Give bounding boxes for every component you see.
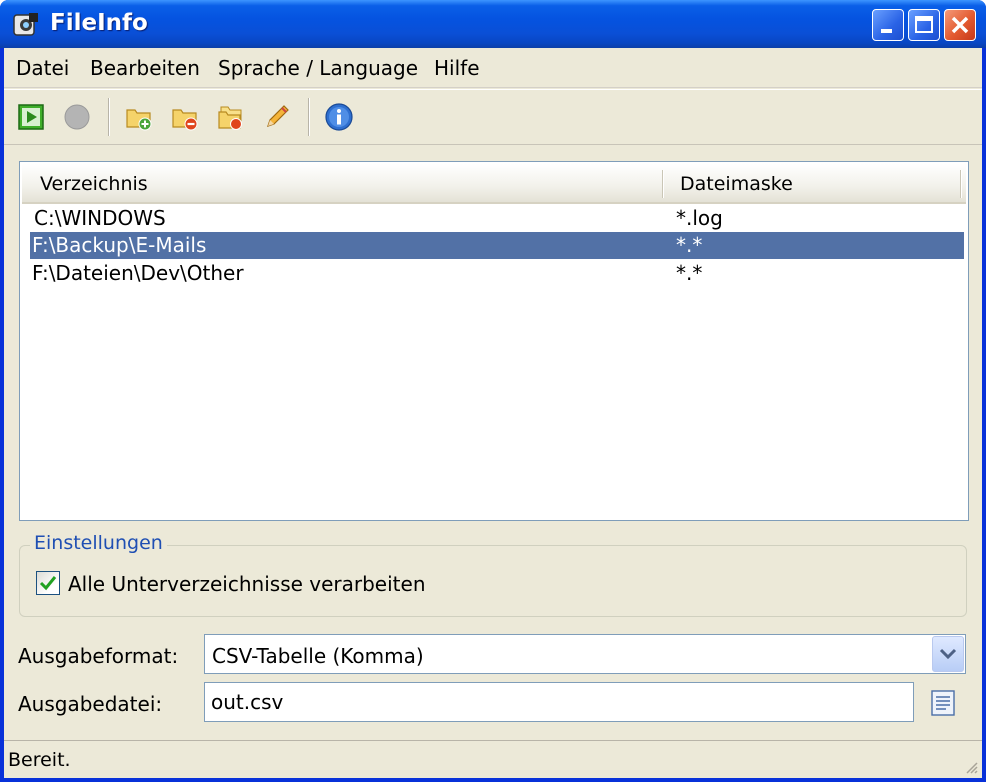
- close-icon: [951, 16, 969, 34]
- folder-add-icon[interactable]: [124, 102, 154, 132]
- minimize-icon: [881, 29, 892, 33]
- cell-mask: *.*: [676, 261, 703, 285]
- status-text: Bereit.: [8, 749, 71, 771]
- column-header-verzeichnis[interactable]: Verzeichnis: [40, 173, 148, 195]
- table-row[interactable]: C:\WINDOWS *.log: [30, 205, 964, 232]
- folder-remove-icon[interactable]: [170, 102, 200, 132]
- play-icon[interactable]: [16, 102, 46, 132]
- column-divider[interactable]: [960, 170, 962, 198]
- resize-grip-icon[interactable]: [964, 760, 978, 774]
- menu-datei[interactable]: Datei: [16, 56, 69, 80]
- menu-hilfe[interactable]: Hilfe: [434, 56, 480, 80]
- subdirs-checkbox[interactable]: [36, 571, 60, 595]
- toolbar-separator: [308, 98, 310, 136]
- maximize-icon: [915, 16, 933, 33]
- list-header: Verzeichnis Dateimaske: [22, 164, 966, 204]
- directory-list[interactable]: Verzeichnis Dateimaske C:\WINDOWS *.log …: [19, 161, 969, 521]
- output-format-value: CSV-Tabelle (Komma): [212, 644, 424, 668]
- settings-group: Einstellungen Alle Unterverzeichnisse ve…: [19, 532, 967, 617]
- output-file-label: Ausgabedatei:: [18, 692, 163, 716]
- stop-icon[interactable]: [62, 102, 92, 132]
- cell-mask: *.log: [676, 206, 723, 230]
- cell-directory: F:\Dateien\Dev\Other: [32, 261, 244, 285]
- subdirs-checkbox-label[interactable]: Alle Unterverzeichnisse verarbeiten: [68, 572, 426, 596]
- output-file-input[interactable]: [204, 682, 914, 722]
- window-title: FileInfo: [50, 10, 148, 36]
- chevron-down-icon: [939, 648, 957, 660]
- menu-bearbeiten[interactable]: Bearbeiten: [90, 56, 200, 80]
- column-header-dateimaske[interactable]: Dateimaske: [680, 173, 793, 195]
- menu-bar: Datei Bearbeiten Sprache / Language Hilf…: [4, 48, 982, 88]
- toolbar-separator: [108, 98, 110, 136]
- folder-edit-icon[interactable]: [216, 102, 246, 132]
- column-divider[interactable]: [662, 170, 664, 198]
- fileinfo-app-icon: [13, 13, 38, 36]
- table-row-selected[interactable]: F:\Backup\E-Mails *.*: [30, 232, 964, 259]
- menu-sprache[interactable]: Sprache / Language: [218, 56, 418, 80]
- minimize-button[interactable]: [872, 9, 904, 41]
- info-icon[interactable]: [324, 102, 354, 132]
- output-format-label: Ausgabeformat:: [18, 644, 179, 668]
- maximize-button[interactable]: [908, 9, 940, 41]
- close-button[interactable]: [944, 9, 976, 41]
- checkmark-icon: [39, 576, 57, 591]
- cell-directory: C:\WINDOWS: [34, 206, 166, 230]
- cell-mask: *.*: [676, 233, 703, 257]
- app-window: FileInfo Datei Bearbeiten Sprache / Lang…: [0, 0, 986, 782]
- table-row[interactable]: F:\Dateien\Dev\Other *.*: [30, 260, 964, 287]
- browse-file-icon[interactable]: [928, 688, 958, 718]
- title-bar[interactable]: FileInfo: [0, 0, 986, 48]
- dropdown-button[interactable]: [932, 636, 964, 672]
- cell-directory: F:\Backup\E-Mails: [32, 233, 207, 257]
- pencil-icon[interactable]: [262, 102, 292, 132]
- status-bar: Bereit.: [4, 740, 982, 778]
- toolbar: [4, 89, 982, 145]
- settings-group-title: Einstellungen: [30, 532, 167, 554]
- client-area: Datei Bearbeiten Sprache / Language Hilf…: [4, 48, 982, 778]
- output-format-select[interactable]: CSV-Tabelle (Komma): [204, 634, 966, 674]
